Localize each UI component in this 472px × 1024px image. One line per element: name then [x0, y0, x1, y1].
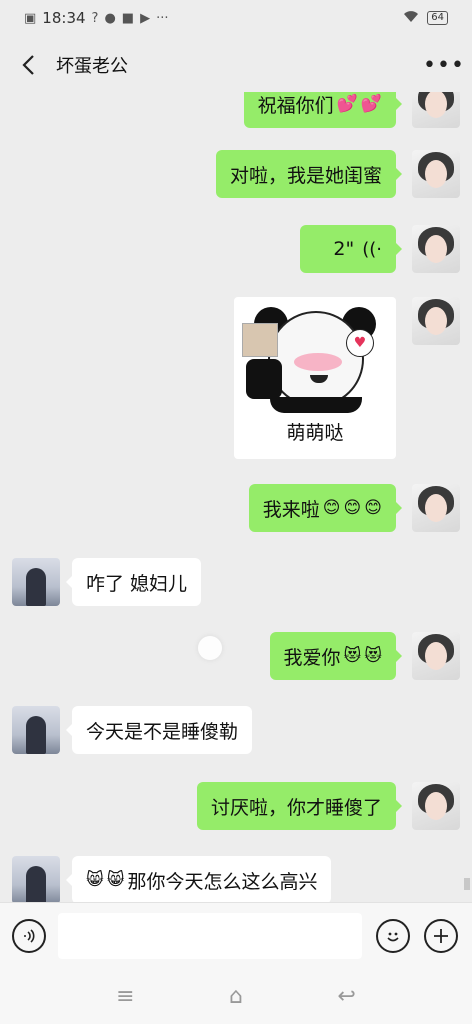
voice-icon — [24, 929, 35, 943]
status-left: ▣ 18:34 ? ● ■ ▶ ··· — [24, 9, 168, 27]
message-text: 讨厌啦，你才睡傻了 — [210, 796, 382, 819]
my-avatar[interactable] — [412, 150, 460, 198]
message-bubble[interactable]: 今天是不是睡傻勒 — [65, 706, 253, 754]
voice-duration: 2" — [333, 238, 355, 260]
plus-icon — [434, 929, 448, 943]
message-bubble[interactable]: 我爱你 😻 😻 — [269, 632, 403, 680]
heart-eyes-cat-emoji: 😻 — [364, 646, 382, 666]
my-avatar[interactable] — [412, 782, 460, 830]
status-time: 18:34 — [42, 9, 86, 27]
ellipsis-icon: ••• — [423, 52, 465, 78]
back-nav-button[interactable]: ↩ — [327, 976, 367, 1016]
voice-wave-icon: ((· — [362, 238, 382, 260]
heart-emoji: 💕 — [336, 94, 358, 114]
battery-icon: 64 — [427, 11, 448, 25]
input-bar — [0, 902, 472, 968]
voice-input-button[interactable] — [12, 919, 46, 953]
contact-avatar[interactable] — [12, 706, 60, 754]
message-text: 我来啦 — [262, 498, 320, 521]
grinning-cat-emoji: 😸 — [106, 870, 125, 890]
smile-emoji: 😊 — [343, 498, 362, 518]
home-icon: ⌂ — [229, 983, 243, 1009]
contact-avatar[interactable] — [12, 856, 60, 902]
heart-eyes-cat-emoji: 😻 — [343, 646, 362, 666]
grinning-cat-emoji: 😸 — [86, 870, 104, 890]
sticker-message[interactable]: ♥ 萌萌哒 — [234, 297, 396, 459]
message-bubble[interactable]: 我来啦 😊 😊 😊 — [248, 484, 403, 532]
my-avatar[interactable] — [412, 484, 460, 532]
message-text: 今天是不是睡傻勒 — [86, 720, 239, 743]
message-text: 对啦，我是她闺蜜 — [229, 164, 382, 187]
more-icon: ··· — [156, 10, 169, 26]
wifi-icon — [403, 10, 419, 27]
message-bubble[interactable]: 讨厌啦，你才睡傻了 — [196, 782, 403, 830]
message-bubble[interactable]: 祝福你们 💕 💕 — [243, 92, 403, 128]
message-list[interactable]: 祝福你们 💕 💕 对啦，我是她闺蜜 2" ((· ♥ 萌萌哒 我来啦 😊 😊 😊… — [0, 92, 472, 902]
chat-header: 坏蛋老公 ••• — [0, 38, 472, 92]
message-bubble[interactable]: 对啦，我是她闺蜜 — [215, 150, 403, 198]
contact-avatar[interactable] — [12, 558, 60, 606]
heart-icon: ♥ — [346, 329, 374, 357]
my-avatar[interactable] — [412, 297, 460, 345]
camera-icon: ▶ — [140, 10, 151, 26]
message-text: 咋了 媳妇儿 — [86, 572, 188, 595]
scrollbar[interactable] — [464, 878, 470, 890]
chevron-left-icon — [22, 55, 34, 75]
touch-indicator — [198, 636, 222, 660]
heart-emoji: 💕 — [360, 94, 382, 114]
message-input[interactable] — [58, 913, 362, 959]
message-bubble[interactable]: 咋了 媳妇儿 — [65, 558, 202, 606]
back-button[interactable] — [0, 38, 56, 92]
message-text: 我爱你 — [283, 646, 341, 669]
emoji-button[interactable] — [376, 919, 410, 953]
status-bar: ▣ 18:34 ? ● ■ ▶ ··· 64 — [0, 0, 472, 36]
my-avatar[interactable] — [412, 225, 460, 273]
my-avatar[interactable] — [412, 632, 460, 680]
question-icon: ? — [91, 10, 99, 26]
compass-icon: ● — [104, 10, 116, 26]
chat-title: 坏蛋老公 — [56, 56, 128, 77]
voice-message-bubble[interactable]: 2" ((· — [300, 225, 402, 273]
sticker-caption: 萌萌哒 — [286, 422, 344, 444]
more-button[interactable]: ••• — [416, 38, 472, 92]
sticker-thumbnail — [242, 323, 278, 357]
message-text: 那你今天怎么这么高兴 — [127, 870, 318, 893]
menu-icon: ≡ — [116, 983, 135, 1009]
my-avatar[interactable] — [412, 92, 460, 128]
home-nav-button[interactable]: ⌂ — [216, 976, 256, 1016]
sim-icon: ▣ — [24, 10, 37, 26]
video-icon: ■ — [121, 10, 135, 26]
status-right: 64 — [403, 10, 448, 27]
message-text: 祝福你们 — [257, 94, 334, 117]
system-nav-bar: ≡ ⌂ ↩ — [0, 968, 472, 1024]
smile-emoji: 😊 — [322, 498, 341, 518]
menu-nav-button[interactable]: ≡ — [105, 976, 145, 1016]
smile-emoji: 😊 — [364, 498, 382, 518]
emoji-icon — [387, 932, 399, 942]
message-bubble[interactable]: 😸 😸 那你今天怎么这么高兴 — [65, 856, 332, 902]
panda-sticker-image: ♥ — [240, 303, 380, 413]
return-icon: ↩ — [337, 983, 356, 1009]
more-actions-button[interactable] — [424, 919, 458, 953]
